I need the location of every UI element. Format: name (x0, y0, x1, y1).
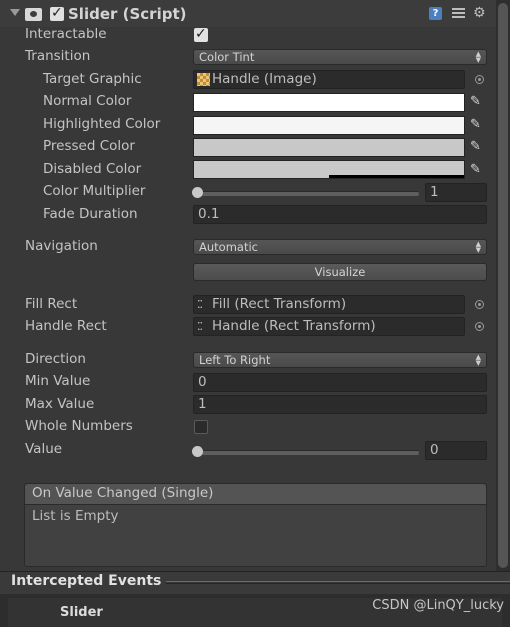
help-icon[interactable]: ? (429, 7, 442, 20)
target-graphic-label: Target Graphic (43, 71, 142, 87)
interactable-checkbox[interactable]: ✓ (194, 26, 208, 42)
highlighted-color-label: Highlighted Color (43, 116, 161, 132)
handle-rect-label: Handle Rect (25, 318, 107, 334)
component-title: Slider (Script) (68, 5, 187, 23)
eyedropper-icon[interactable]: ✎ (470, 140, 484, 154)
navigation-dropdown[interactable]: Automatic ▲ ▼ (193, 239, 487, 255)
visualize-button[interactable]: Visualize (193, 263, 487, 281)
watermark: CSDN @LinQY_lucky (372, 598, 504, 613)
color-multiplier-input[interactable]: 1 (425, 183, 487, 202)
eyedropper-icon[interactable]: ✎ (470, 118, 484, 132)
normal-color-swatch[interactable] (193, 93, 465, 112)
script-icon (25, 8, 42, 21)
min-value-input[interactable]: 0 (193, 373, 487, 392)
value-slider-track[interactable] (197, 450, 419, 455)
divider (166, 583, 510, 584)
value-input[interactable]: 0 (425, 441, 487, 460)
handle-rect-field[interactable]: ⁚⁚ Handle (Rect Transform) (193, 317, 465, 336)
dropdown-arrows-icon: ▲ ▼ (475, 240, 481, 254)
transition-value: Color Tint (199, 50, 255, 64)
image-icon (197, 73, 210, 86)
direction-dropdown[interactable]: Left To Right ▲ ▼ (193, 352, 487, 368)
divider (166, 581, 510, 582)
event-list-empty: List is Empty (32, 508, 119, 524)
color-multiplier-thumb[interactable] (192, 187, 203, 198)
checkmark-icon: ✓ (51, 5, 63, 21)
max-value-input[interactable]: 1 (193, 395, 487, 414)
transition-dropdown[interactable]: Color Tint ▲ ▼ (193, 49, 487, 65)
max-value-label: Max Value (25, 396, 95, 412)
pressed-color-swatch[interactable] (193, 138, 465, 157)
rect-transform-icon: ⁚⁚ (197, 298, 203, 311)
disabled-color-swatch[interactable] (193, 160, 465, 179)
fade-duration-input[interactable]: 0.1 (193, 205, 487, 224)
alpha-bar (329, 175, 464, 178)
on-value-changed-event: On Value Changed (Single) List is Empty (24, 483, 487, 567)
object-picker-icon[interactable] (475, 322, 484, 331)
normal-color-label: Normal Color (43, 93, 132, 109)
direction-value: Left To Right (199, 353, 271, 367)
gear-icon[interactable]: ⚙ (473, 6, 486, 20)
direction-label: Direction (25, 351, 86, 367)
dropdown-arrows-icon: ▲ ▼ (475, 353, 481, 367)
intercepted-events-item: Slider (60, 605, 103, 620)
transition-label: Transition (25, 48, 91, 64)
whole-numbers-label: Whole Numbers (25, 418, 133, 434)
dropdown-arrows-icon: ▲ ▼ (475, 50, 481, 64)
navigation-label: Navigation (25, 238, 98, 254)
event-header-title: On Value Changed (Single) (32, 485, 214, 501)
disabled-color-label: Disabled Color (43, 161, 142, 177)
value-slider-thumb[interactable] (192, 446, 203, 457)
navigation-value: Automatic (199, 240, 258, 254)
handle-rect-value: Handle (Rect Transform) (212, 318, 376, 334)
checkmark-icon: ✓ (195, 26, 207, 42)
object-picker-icon[interactable] (475, 300, 484, 309)
eyedropper-icon[interactable]: ✎ (470, 95, 484, 109)
intercepted-events-title: Intercepted Events (11, 573, 162, 589)
min-value-label: Min Value (25, 373, 91, 389)
highlighted-color-swatch[interactable] (193, 116, 465, 135)
interactable-label: Interactable (25, 26, 107, 42)
rect-transform-icon: ⁚⁚ (197, 320, 203, 333)
foldout-arrow-icon[interactable] (10, 9, 20, 16)
value-label: Value (25, 441, 63, 457)
color-multiplier-label: Color Multiplier (43, 183, 146, 199)
target-graphic-field[interactable]: Handle (Image) (193, 70, 465, 89)
fill-rect-value: Fill (Rect Transform) (212, 296, 347, 312)
object-picker-icon[interactable] (475, 75, 484, 84)
fill-rect-label: Fill Rect (25, 296, 78, 312)
component-enabled-checkbox[interactable]: ✓ (50, 5, 64, 21)
whole-numbers-checkbox[interactable] (194, 420, 208, 434)
target-graphic-value: Handle (Image) (212, 71, 317, 87)
color-multiplier-track[interactable] (197, 191, 419, 196)
scrollbar-thumb[interactable] (498, 3, 508, 568)
fade-duration-label: Fade Duration (43, 206, 138, 222)
pressed-color-label: Pressed Color (43, 138, 135, 154)
fill-rect-field[interactable]: ⁚⁚ Fill (Rect Transform) (193, 295, 465, 314)
eyedropper-icon[interactable]: ✎ (470, 163, 484, 177)
preset-icon[interactable] (452, 7, 465, 20)
